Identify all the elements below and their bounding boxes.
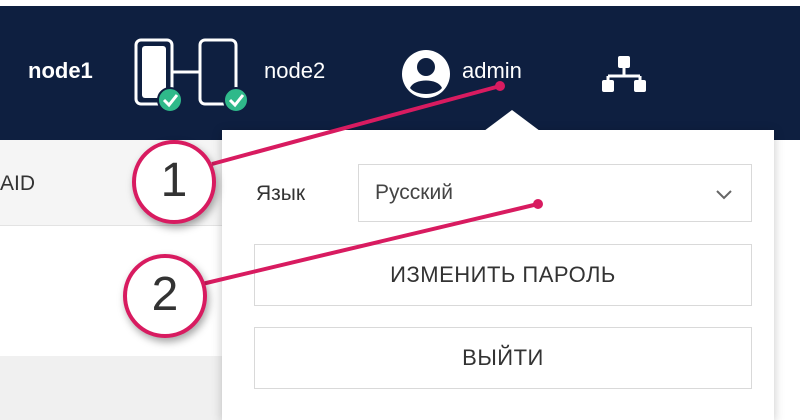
change-password-button[interactable]: ИЗМЕНИТЬ ПАРОЛЬ bbox=[254, 244, 752, 306]
language-selected-value: Русский bbox=[375, 181, 453, 204]
annotation-callout-1: 1 bbox=[132, 140, 216, 224]
language-select[interactable]: Русский bbox=[358, 164, 752, 222]
cluster-icon[interactable] bbox=[134, 38, 254, 114]
logout-button[interactable]: ВЫЙТИ bbox=[254, 327, 752, 389]
user-menu-label[interactable]: admin bbox=[462, 58, 522, 84]
node1-label[interactable]: node1 bbox=[28, 58, 93, 84]
content-panel bbox=[0, 356, 240, 420]
chevron-down-icon bbox=[716, 190, 732, 200]
node2-label[interactable]: node2 bbox=[264, 58, 325, 84]
dropdown-caret bbox=[472, 110, 552, 140]
annotation-callout-2: 2 bbox=[123, 254, 207, 338]
tab-raid-label: AID bbox=[0, 172, 36, 195]
network-icon[interactable] bbox=[600, 54, 648, 94]
language-label: Язык bbox=[256, 182, 306, 205]
user-icon[interactable] bbox=[400, 48, 452, 100]
